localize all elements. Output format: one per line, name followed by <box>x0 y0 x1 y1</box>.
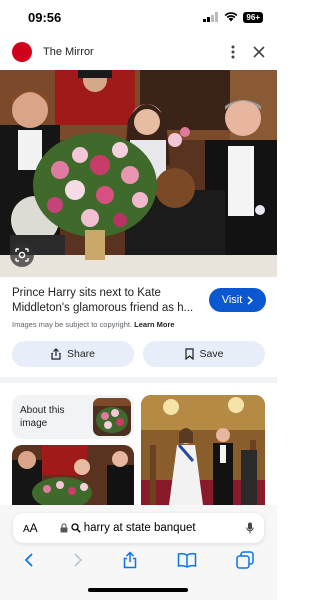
battery-icon: 96+ <box>243 11 263 23</box>
learn-more-link[interactable]: Learn More <box>134 320 174 329</box>
copyright-notice: Images may be subject to copyright. Lear… <box>12 320 175 329</box>
share-sheet-icon[interactable] <box>122 551 138 569</box>
status-bar: 09:56 96+ <box>0 0 277 34</box>
signal-icon <box>203 12 219 22</box>
text-size-large: A <box>29 521 38 535</box>
address-bar[interactable]: AA harry at state banquet <box>13 513 264 543</box>
share-button[interactable]: Share <box>12 341 134 367</box>
bookmark-icon <box>184 348 194 360</box>
about-this-image-card[interactable]: About this image <box>12 395 134 439</box>
section-divider <box>0 377 277 383</box>
close-icon[interactable] <box>253 46 265 58</box>
text-size-small: A <box>23 524 30 535</box>
site-name[interactable]: The Mirror <box>43 46 94 58</box>
visit-button[interactable]: Visit <box>209 288 266 312</box>
address-content: harry at state banquet <box>60 522 196 534</box>
banquet-photo <box>0 70 277 277</box>
tabs-icon[interactable] <box>235 551 254 569</box>
search-icon <box>71 523 81 533</box>
header-actions <box>231 45 265 59</box>
chevron-right-icon <box>247 295 254 305</box>
wifi-icon <box>225 12 238 22</box>
text-size-button[interactable]: AA <box>23 521 38 535</box>
save-button[interactable]: Save <box>143 341 265 367</box>
status-time: 09:56 <box>28 9 62 25</box>
browser-bottom-bar: AA harry at state banquet <box>0 505 277 600</box>
share-label: Share <box>66 348 96 360</box>
action-row: Share Save <box>12 341 265 367</box>
result-title[interactable]: Prince Harry sits next to Kate Middleton… <box>12 286 204 316</box>
microphone-icon[interactable] <box>246 522 254 534</box>
back-icon[interactable] <box>24 552 34 568</box>
search-query: harry at state banquet <box>83 522 196 534</box>
bookmarks-icon[interactable] <box>177 552 197 568</box>
visit-label: Visit <box>221 294 243 306</box>
forward-icon[interactable] <box>73 552 83 568</box>
related-image[interactable] <box>12 445 134 505</box>
about-thumbnail <box>93 398 131 436</box>
site-logo <box>12 42 32 62</box>
lens-button[interactable] <box>10 243 34 267</box>
status-icons: 96+ <box>203 11 263 23</box>
result-header: The Mirror <box>0 38 277 66</box>
related-image[interactable] <box>141 395 265 505</box>
lock-icon <box>60 523 68 533</box>
home-indicator <box>88 588 188 592</box>
copyright-text: Images may be subject to copyright. <box>12 320 133 329</box>
more-options-icon[interactable] <box>231 45 235 59</box>
share-icon <box>51 348 61 360</box>
main-result-image[interactable] <box>0 70 277 277</box>
save-label: Save <box>199 348 224 360</box>
about-this-image-label: About this image <box>20 405 65 429</box>
browser-toolbar <box>0 549 277 571</box>
lens-icon <box>15 248 29 262</box>
